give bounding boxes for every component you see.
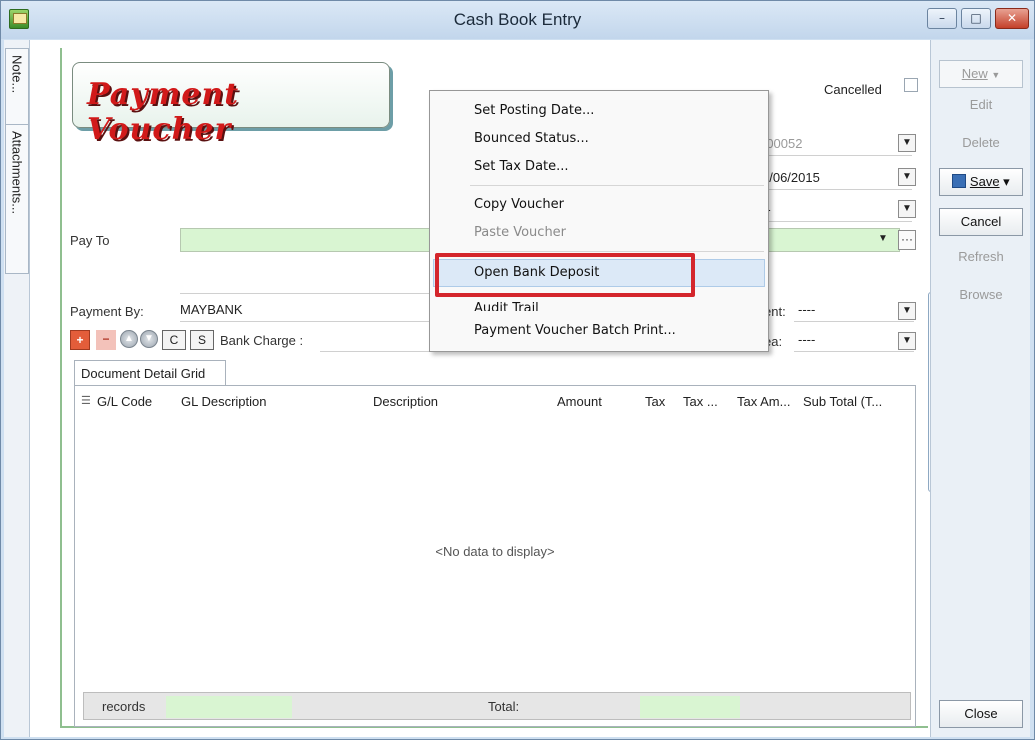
doc-no-dropdown-icon[interactable]: ▼ [898, 134, 916, 152]
logo-text: Payment Voucher [87, 77, 240, 147]
grid-footer: records Total: [83, 692, 911, 720]
cash-book-entry-window: Cash Book Entry – □ ✕ Note... Attachment… [0, 0, 1035, 740]
pay-to-label: Pay To [70, 233, 110, 248]
menu-item-paste-voucher: Paste Voucher [474, 225, 567, 240]
col-amount[interactable]: Amount [557, 394, 602, 409]
save-button[interactable]: Save ▾ [939, 168, 1023, 196]
cancelled-checkbox[interactable] [904, 78, 918, 92]
total-amount-cell [640, 696, 740, 718]
tab-document-detail-grid[interactable]: Document Detail Grid [74, 360, 226, 386]
pay-to-lookup-button[interactable]: ··· [898, 230, 916, 250]
save-label: Save [969, 174, 1000, 189]
bank-charge-label: Bank Charge : [220, 333, 304, 348]
attachments-side-tab[interactable]: Attachments... [5, 124, 29, 274]
add-row-button[interactable]: + [70, 330, 90, 350]
menu-item-set-posting-date[interactable]: Set Posting Date... [474, 99, 764, 123]
context-menu: Set Posting Date... Bounced Status... Se… [429, 90, 769, 352]
area-field[interactable]: ---- [794, 328, 914, 352]
move-up-icon[interactable]: ▲ [120, 330, 138, 348]
records-count-cell [166, 696, 292, 718]
refresh-button[interactable]: Refresh [939, 244, 1023, 272]
move-down-icon[interactable]: ▼ [140, 330, 158, 348]
floppy-disk-icon [952, 174, 967, 188]
side-tab-strip: Note... Attachments... [4, 40, 30, 737]
grid-header: ☰ G/L Code GL Description Description Am… [77, 392, 913, 414]
window-title: Cash Book Entry [453, 10, 582, 29]
browse-button[interactable]: Browse [939, 282, 1023, 310]
minimize-button[interactable]: – [927, 8, 957, 29]
payment-voucher-logo: Payment Voucher [72, 62, 390, 147]
notes-side-tab[interactable]: Note... [5, 48, 29, 136]
menu-item-payment-voucher-batch-print[interactable]: Payment Voucher Batch Print... [474, 319, 764, 343]
col-gl-code[interactable]: G/L Code [97, 394, 152, 409]
payment-by-value: MAYBANK [180, 302, 243, 317]
payment-by-label: Payment By: [70, 304, 144, 319]
column-chooser-icon[interactable]: ☰ [81, 394, 91, 407]
s-button[interactable]: S [190, 330, 214, 350]
new-label: New [961, 66, 988, 81]
area-value: ---- [798, 332, 816, 347]
c-button[interactable]: C [162, 330, 186, 350]
highlight-annotation-box [435, 253, 695, 297]
close-button[interactable]: Close [939, 700, 1023, 728]
date-dropdown-icon[interactable]: ▼ [898, 168, 916, 186]
doc-no-field[interactable]: -00052 [762, 132, 912, 156]
total-label: Total: [488, 699, 520, 714]
third-field[interactable]: -- [762, 198, 912, 222]
date-value: 6/06/2015 [762, 170, 820, 185]
menu-item-set-tax-date[interactable]: Set Tax Date... [474, 155, 764, 179]
agent-dropdown-icon[interactable]: ▼ [898, 302, 916, 320]
col-tax[interactable]: Tax [645, 394, 665, 409]
agent-field[interactable]: ---- [794, 298, 914, 322]
menu-item-copy-voucher[interactable]: Copy Voucher [474, 193, 764, 217]
no-data-message: <No data to display> [435, 544, 555, 559]
pay-to-dropdown-icon[interactable]: ▼ [874, 231, 892, 249]
menu-separator [470, 185, 764, 186]
col-tax-amount[interactable]: Tax Am... [737, 394, 790, 409]
date-field[interactable]: 6/06/2015 [762, 166, 912, 190]
agent-value: ---- [798, 302, 816, 317]
col-tax-code[interactable]: Tax ... [683, 394, 718, 409]
delete-button[interactable]: Delete [939, 130, 1023, 158]
records-label: records [102, 699, 146, 714]
edit-button[interactable]: Edit [939, 92, 1023, 120]
cancelled-label: Cancelled [824, 82, 882, 97]
document-detail-grid: ☰ G/L Code GL Description Description Am… [74, 385, 916, 727]
menu-item-bounced-status[interactable]: Bounced Status... [474, 127, 764, 151]
cancel-button[interactable]: Cancel [939, 208, 1023, 236]
col-gl-description[interactable]: GL Description [181, 394, 267, 409]
pay-to-address-line [180, 270, 470, 294]
col-sub-total[interactable]: Sub Total (T... [803, 394, 882, 409]
col-description[interactable]: Description [373, 394, 438, 409]
new-button[interactable]: New ▼ [939, 60, 1023, 88]
maximize-button[interactable]: □ [961, 8, 991, 29]
menu-separator [470, 251, 764, 252]
area-dropdown-icon[interactable]: ▼ [898, 332, 916, 350]
menu-item-audit-trail[interactable]: Audit Trail [474, 295, 764, 311]
remove-row-button[interactable]: − [96, 330, 116, 350]
title-bar: Cash Book Entry – □ ✕ [1, 1, 1034, 39]
payment-by-field[interactable]: MAYBANK [180, 298, 470, 322]
action-button-panel: New ▼ Edit Delete Save ▾ Cancel Refresh … [930, 40, 1030, 737]
third-dropdown-icon[interactable]: ▼ [898, 200, 916, 218]
close-window-button[interactable]: ✕ [995, 8, 1029, 29]
